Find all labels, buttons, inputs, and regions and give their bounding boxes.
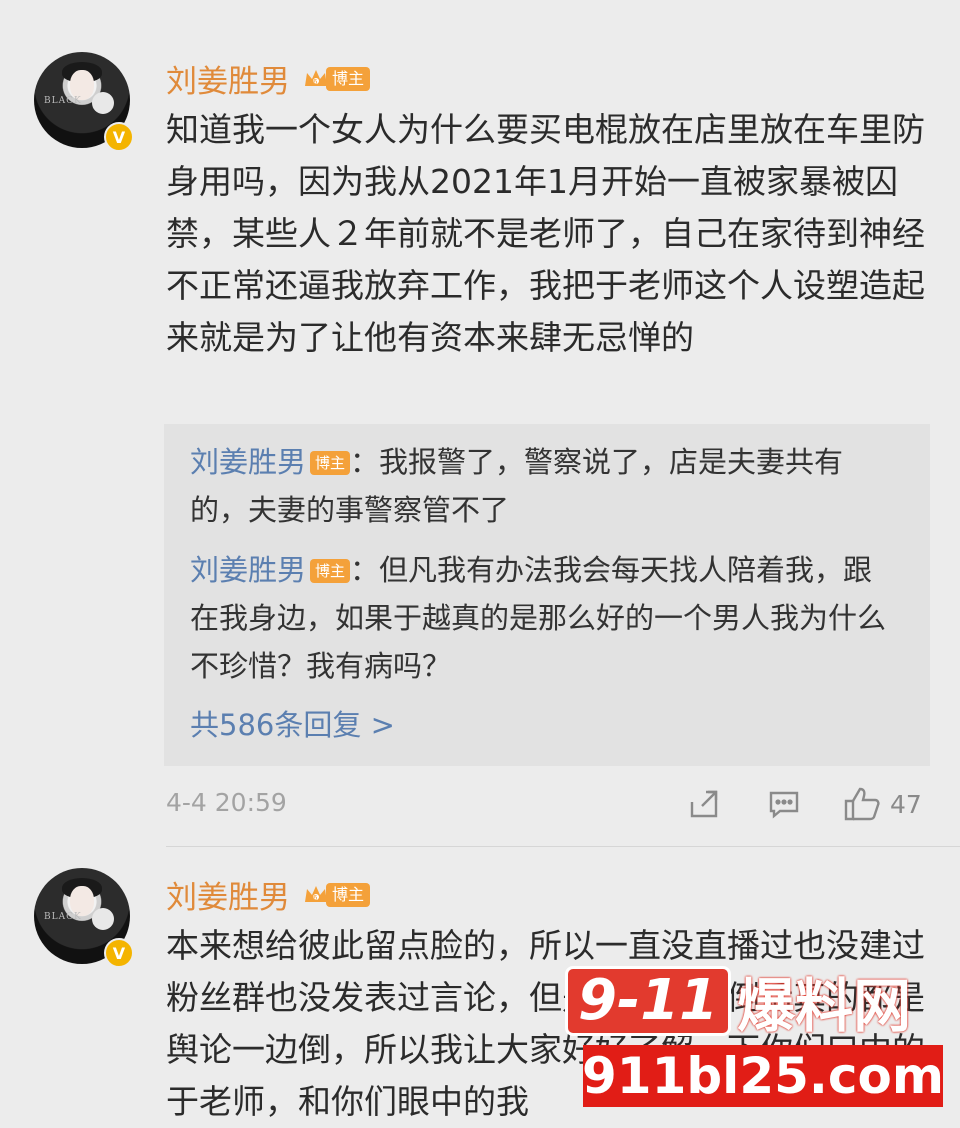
- more-replies-link[interactable]: 共586条回复 >: [190, 702, 395, 744]
- comment-button[interactable]: [766, 784, 802, 824]
- author-badge: 博主: [326, 66, 371, 91]
- author-badge: 博主: [310, 559, 351, 583]
- reply-item[interactable]: 刘姜胜男 博主 ：我报警了，警察说了，店是夫妻共有的，夫妻的事警察管不了: [190, 438, 890, 534]
- like-button[interactable]: 47: [842, 784, 922, 824]
- comment-icon: [769, 791, 799, 819]
- svg-text:6: 6: [313, 78, 318, 86]
- watermark-name: 爆料网: [737, 972, 912, 1040]
- share-icon: [690, 790, 718, 818]
- share-button[interactable]: [686, 784, 722, 824]
- like-count: 47: [890, 789, 922, 819]
- verified-icon: V: [104, 122, 134, 152]
- comment-meta: 4-4 20:59 47: [166, 784, 930, 824]
- timestamp: 4-4 20:59: [166, 788, 287, 817]
- reply-username[interactable]: 刘姜胜男: [190, 445, 306, 479]
- avatar[interactable]: BLACK V: [34, 52, 134, 152]
- svg-text:6: 6: [313, 894, 318, 902]
- reply-username[interactable]: 刘姜胜男: [190, 553, 306, 587]
- previous-comment-remnant: [0, 0, 960, 10]
- username[interactable]: 刘姜胜男: [166, 872, 290, 917]
- verified-icon: V: [104, 938, 134, 968]
- watermark-logo: 9-11 爆料网: [565, 965, 943, 1040]
- watermark-url: 911bl25.com: [582, 1045, 944, 1107]
- avatar[interactable]: BLACK V: [34, 868, 134, 968]
- author-badge: 博主: [326, 882, 371, 907]
- watermark-badge: 9-11: [565, 966, 732, 1036]
- crown-icon: 6: [302, 881, 330, 909]
- divider: [166, 846, 960, 847]
- reply-item[interactable]: 刘姜胜男 博主 ：但凡我有办法我会每天找人陪着我，跟在我身边，如果于越真的是那么好的…: [190, 546, 890, 690]
- thumbs-up-icon: [844, 787, 880, 821]
- crown-icon: 6: [302, 65, 330, 93]
- reply-separator: ：: [350, 445, 380, 479]
- author-badge: 博主: [310, 451, 351, 475]
- reply-separator: ：: [350, 553, 380, 587]
- reply-box[interactable]: 刘姜胜男 博主 ：我报警了，警察说了，店是夫妻共有的，夫妻的事警察管不了 刘姜胜男博…: [164, 424, 930, 766]
- comment-text: 知道我一个女人为什么要买电棍放在店里放在车里防身用吗，因为我从2021年1月开始…: [166, 110, 925, 357]
- username[interactable]: 刘姜胜男: [166, 56, 290, 101]
